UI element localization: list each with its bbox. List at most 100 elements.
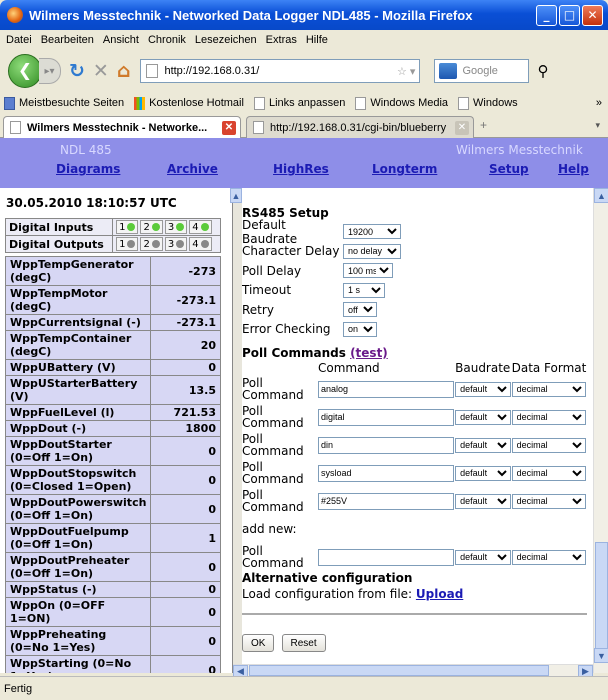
- format-select[interactable]: decimal: [511, 493, 586, 509]
- new-command-input[interactable]: [318, 548, 454, 566]
- row-label: Poll Command: [242, 460, 304, 486]
- bookmark-meistbesuchte[interactable]: Meistbesuchte Seiten: [4, 96, 124, 110]
- baudrate-select[interactable]: default: [455, 493, 512, 509]
- table-row: WppDoutFuelpump (0=Off 1=On) 1: [4, 523, 221, 553]
- upload-link[interactable]: Upload: [416, 587, 463, 601]
- forward-dropdown-button[interactable]: ▸▾: [39, 58, 61, 84]
- poll-delay-select[interactable]: 100 ms: [343, 263, 393, 279]
- maximize-button[interactable]: □: [559, 4, 580, 26]
- format-select[interactable]: decimal: [511, 381, 586, 397]
- baudrate-select[interactable]: default: [455, 381, 512, 397]
- digital-outputs-label: Digital Outputs: [4, 235, 114, 253]
- search-box[interactable]: Google: [434, 59, 530, 83]
- value-name: WppStatus (-): [4, 581, 152, 598]
- search-icon[interactable]: ⚲: [537, 62, 548, 80]
- table-row: WppDoutPowerswitch (0=Off 1=On) 0: [4, 494, 221, 524]
- baudrate-select[interactable]: default: [455, 465, 512, 481]
- tab-wilmers[interactable]: Wilmers Messtechnik - Networke... ✕: [3, 116, 241, 138]
- led-green-icon: [176, 223, 185, 231]
- value-reading: 20: [150, 330, 221, 360]
- menu-ansicht[interactable]: Ansicht: [103, 34, 139, 46]
- table-row: WppDoutStopswitch (0=Closed 1=Open) 0: [4, 465, 221, 495]
- table-row: WppOn (0=OFF 1=ON) 0: [4, 597, 221, 627]
- baudrate-select[interactable]: default: [455, 409, 512, 425]
- nav-diagrams[interactable]: Diagrams: [56, 162, 120, 176]
- value-reading: -273.1: [150, 314, 221, 331]
- command-input[interactable]: [318, 492, 454, 510]
- scroll-up-arrow-icon[interactable]: ▲: [230, 188, 242, 203]
- bookmark-links-anpassen[interactable]: Links anpassen: [253, 96, 345, 110]
- close-button[interactable]: ✕: [582, 4, 603, 26]
- bit-label: 4: [192, 221, 199, 233]
- baudrate-select[interactable]: default: [455, 437, 512, 453]
- retry-select[interactable]: off: [343, 302, 377, 318]
- scroll-thumb[interactable]: [595, 542, 608, 649]
- star-icon[interactable]: ☆ ▾: [397, 65, 415, 78]
- baudrate-select[interactable]: default: [455, 549, 512, 565]
- do-bit: 1: [116, 237, 139, 251]
- command-input[interactable]: [318, 436, 454, 454]
- reload-icon[interactable]: ↻: [69, 60, 85, 82]
- test-link[interactable]: (test): [350, 346, 388, 360]
- tab-blueberry[interactable]: http://192.168.0.31/cgi-bin/blueberry ✕: [246, 116, 474, 138]
- alt-config-label: Load configuration from file:: [242, 587, 413, 601]
- format-select[interactable]: decimal: [511, 465, 586, 481]
- scroll-thumb-horizontal[interactable]: [249, 665, 549, 676]
- page-icon: [458, 96, 470, 110]
- baudrate-select[interactable]: 19200: [343, 224, 401, 240]
- do-bit: 4: [189, 237, 212, 251]
- format-select[interactable]: decimal: [511, 437, 586, 453]
- bookmark-windows-media[interactable]: Windows Media: [355, 96, 449, 110]
- left-frame-scrollbar[interactable]: ▲: [230, 188, 242, 673]
- nav-highres[interactable]: HighRes: [273, 162, 329, 176]
- menu-datei[interactable]: Datei: [6, 34, 32, 46]
- menu-hilfe[interactable]: Hilfe: [306, 34, 328, 46]
- nav-help[interactable]: Help: [558, 162, 589, 176]
- status-bar: Fertig: [0, 676, 608, 700]
- error-checking-select[interactable]: on: [343, 321, 377, 337]
- new-tab-button[interactable]: +: [480, 118, 487, 132]
- stop-icon[interactable]: ✕: [93, 60, 109, 82]
- di-bit: 2: [140, 220, 163, 234]
- command-input[interactable]: [318, 380, 454, 398]
- scroll-down-arrow-icon[interactable]: ▼: [594, 648, 608, 663]
- table-row: WppUBattery (V) 0: [4, 359, 221, 376]
- menu-chronik[interactable]: Chronik: [148, 34, 186, 46]
- right-frame-scrollbar[interactable]: ▲ ▼: [593, 188, 608, 673]
- search-engine-icon[interactable]: [439, 63, 458, 79]
- format-select[interactable]: decimal: [511, 409, 586, 425]
- close-tab-icon[interactable]: ✕: [455, 120, 469, 135]
- home-icon[interactable]: ⌂: [117, 60, 131, 82]
- back-button[interactable]: ❮: [8, 54, 42, 88]
- menu-extras[interactable]: Extras: [266, 34, 297, 46]
- menu-lesezeichen[interactable]: Lesezeichen: [195, 34, 257, 46]
- ok-button[interactable]: OK: [242, 634, 275, 652]
- menu-bearbeiten[interactable]: Bearbeiten: [41, 34, 94, 46]
- nav-setup[interactable]: Setup: [489, 162, 529, 176]
- row-label: Poll Command: [242, 376, 304, 402]
- character-delay-select[interactable]: no delay: [343, 243, 401, 259]
- table-row: WppDout (-) 1800: [4, 420, 221, 437]
- close-tab-icon[interactable]: ✕: [222, 120, 236, 135]
- horizontal-scrollbar[interactable]: ◀ ▶: [233, 664, 593, 677]
- minimize-button[interactable]: _: [536, 4, 557, 26]
- value-reading: -273: [150, 256, 221, 286]
- timeout-select[interactable]: 1 s: [343, 282, 385, 298]
- page-icon: [253, 96, 265, 110]
- tab-list-icon[interactable]: ▾: [595, 120, 600, 131]
- format-select[interactable]: decimal: [511, 549, 586, 565]
- bookmark-label: Windows Media: [370, 97, 449, 109]
- led-grey-icon: [151, 240, 160, 248]
- nav-longterm[interactable]: Longterm: [372, 162, 437, 176]
- bookmark-hotmail[interactable]: Kostenlose Hotmail: [134, 96, 244, 110]
- nav-archive[interactable]: Archive: [167, 162, 218, 176]
- overflow-chevron-icon[interactable]: »: [596, 97, 602, 109]
- scroll-up-arrow-icon[interactable]: ▲: [594, 188, 608, 203]
- reset-button[interactable]: Reset: [281, 634, 326, 652]
- bookmark-windows[interactable]: Windows: [458, 96, 518, 110]
- value-name: WppFuelLevel (l): [4, 404, 152, 421]
- command-input[interactable]: [318, 408, 454, 426]
- url-bar[interactable]: http://192.168.0.31/ ☆ ▾: [140, 59, 421, 83]
- command-input[interactable]: [318, 464, 454, 482]
- table-row: WppStatus (-) 0: [4, 581, 221, 598]
